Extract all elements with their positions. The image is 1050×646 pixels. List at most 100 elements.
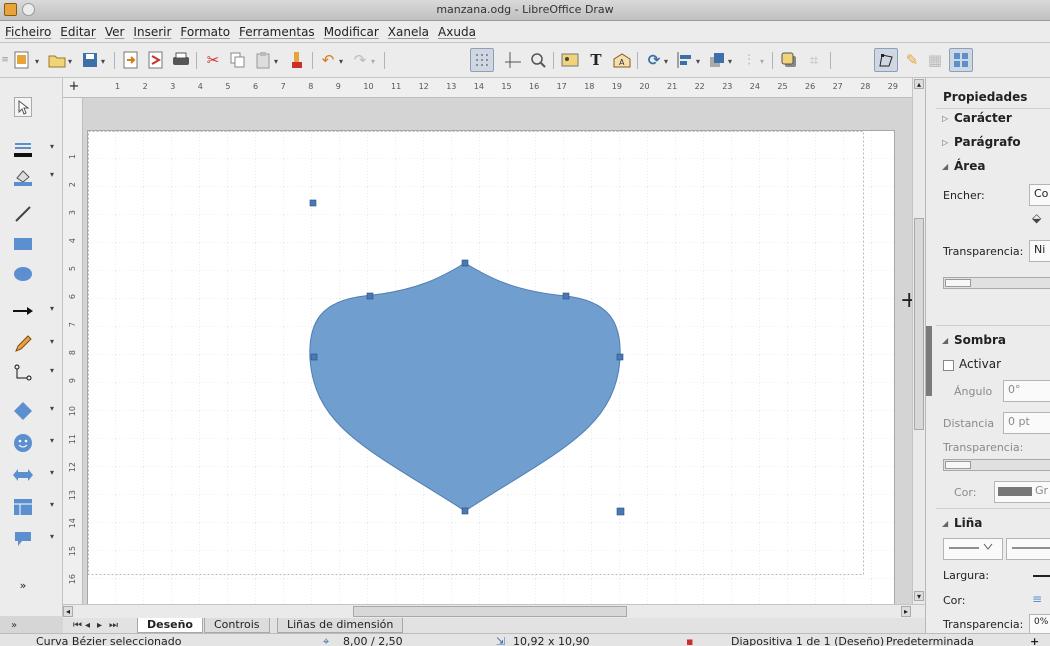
distribute-icon[interactable]: ⫶ xyxy=(739,50,759,70)
sombra-collapse-icon[interactable]: ◢ xyxy=(942,336,948,345)
line-style-select[interactable] xyxy=(943,538,1003,560)
node-handle-bottom[interactable] xyxy=(461,507,469,515)
tab-linas-de-dimension[interactable]: Liñas de dimensión xyxy=(277,618,404,633)
distancia-field[interactable]: 0 pt xyxy=(1003,412,1050,434)
cut-icon[interactable]: ✂ xyxy=(203,50,223,70)
menu-inserir[interactable]: Inserir xyxy=(133,25,171,39)
control-point-handle[interactable] xyxy=(616,507,625,516)
horizontal-scrollbar[interactable]: ◂ ▸ xyxy=(63,604,925,618)
more-tools-chevron-icon[interactable]: » xyxy=(6,572,40,598)
linha-collapse-icon[interactable]: ◢ xyxy=(942,519,948,528)
line-width-preview[interactable] xyxy=(1033,575,1050,577)
fill-color-icon[interactable] xyxy=(6,164,40,190)
helplines-icon[interactable] xyxy=(503,50,523,70)
encher-select[interactable]: Co xyxy=(1029,184,1050,206)
scroll-up-icon[interactable]: ▴ xyxy=(914,79,924,89)
open-folder-icon[interactable] xyxy=(47,50,67,70)
transparencia-select[interactable]: Ni xyxy=(1029,240,1050,262)
section-paragrafo[interactable]: Parágrafo xyxy=(954,135,1021,149)
toggle-extrusion-icon[interactable]: ▦ xyxy=(925,50,945,70)
shadow-transparency-slider[interactable] xyxy=(943,459,1050,471)
redo-dropdown-icon[interactable]: ▾ xyxy=(371,57,375,66)
paste-icon[interactable] xyxy=(253,50,273,70)
new-document-icon[interactable] xyxy=(12,50,32,70)
paste-dropdown-icon[interactable]: ▾ xyxy=(274,57,278,66)
symbol-shapes-dropdown-icon[interactable]: ▾ xyxy=(50,436,54,445)
undo-icon[interactable]: ↶ xyxy=(318,50,338,70)
fill-color-dropdown-icon[interactable]: ▾ xyxy=(50,170,54,179)
menu-ficheiro[interactable]: Ficheiro xyxy=(5,25,51,39)
menu-ferramentas[interactable]: Ferramentas xyxy=(239,25,315,39)
tabs-menu-chevron-icon[interactable]: » xyxy=(11,618,17,633)
node-handle-right[interactable] xyxy=(616,353,624,361)
callout-dropdown-icon[interactable]: ▾ xyxy=(50,532,54,541)
crop-icon[interactable]: ⌗ xyxy=(804,50,824,70)
rotate-icon[interactable]: ⟳ xyxy=(644,50,664,70)
curve-pencil-icon[interactable] xyxy=(6,331,40,357)
vertical-ruler[interactable]: 1 2 3 4 5 6 7 8 9 10 11 12 13 14 15 16 xyxy=(63,98,83,604)
toolbar-grip-icon[interactable]: ≡ xyxy=(1,50,9,70)
section-linha[interactable]: Liña xyxy=(954,516,982,530)
scroll-down-icon[interactable]: ▾ xyxy=(914,591,924,601)
grid-icon[interactable] xyxy=(470,48,494,72)
node-handle-top[interactable] xyxy=(461,259,469,267)
basic-shapes-diamond-icon[interactable] xyxy=(6,398,40,424)
line-color-icon[interactable]: ≡ xyxy=(1032,592,1042,606)
line-color-icon[interactable] xyxy=(6,136,40,162)
vertical-scrollbar[interactable]: ▴ ▾ xyxy=(912,78,925,604)
points-icon[interactable] xyxy=(874,48,898,72)
area-collapse-icon[interactable]: ◢ xyxy=(942,162,948,171)
horizontal-scroll-thumb[interactable] xyxy=(353,606,627,617)
line-tool-icon[interactable] xyxy=(6,201,40,227)
last-tab-icon[interactable]: ⏭ xyxy=(109,618,118,633)
paragrafo-expand-icon[interactable]: ▷ xyxy=(942,138,948,147)
block-arrows-dropdown-icon[interactable]: ▾ xyxy=(50,468,54,477)
drawing-page[interactable] xyxy=(87,130,896,604)
vertical-scroll-thumb[interactable] xyxy=(914,218,924,430)
menu-formato[interactable]: Formato xyxy=(180,25,230,39)
symbol-shapes-smiley-icon[interactable] xyxy=(6,430,40,456)
next-tab-icon[interactable]: ▸ xyxy=(97,618,102,633)
flowchart-icon[interactable] xyxy=(6,494,40,520)
basic-shapes-dropdown-icon[interactable]: ▾ xyxy=(50,404,54,413)
connector-dropdown-icon[interactable]: ▾ xyxy=(50,366,54,375)
slider-thumb[interactable] xyxy=(945,279,971,287)
menu-xanela[interactable]: Xanela xyxy=(388,25,429,39)
fontwork-icon[interactable]: A xyxy=(612,50,632,70)
section-sombra[interactable]: Sombra xyxy=(954,333,1006,347)
section-caracter[interactable]: Carácter xyxy=(954,111,1012,125)
flowchart-dropdown-icon[interactable]: ▾ xyxy=(50,500,54,509)
align-icon[interactable] xyxy=(675,50,695,70)
export-pdf-icon[interactable] xyxy=(146,50,166,70)
rotate-dropdown-icon[interactable]: ▾ xyxy=(664,57,668,66)
text-box-icon[interactable]: T xyxy=(586,50,606,70)
document-modified-icon[interactable]: ▪ xyxy=(686,634,693,646)
copy-icon[interactable] xyxy=(228,50,248,70)
rectangle-tool-icon[interactable] xyxy=(6,231,40,257)
activar-checkbox[interactable] xyxy=(943,360,954,371)
zoom-icon[interactable] xyxy=(528,50,548,70)
new-dropdown-icon[interactable]: ▾ xyxy=(35,57,39,66)
caracter-expand-icon[interactable]: ▷ xyxy=(942,114,948,123)
control-point-handle[interactable] xyxy=(309,199,317,207)
save-icon[interactable] xyxy=(80,50,100,70)
line-color-dropdown-icon[interactable]: ▾ xyxy=(50,142,54,151)
angulo-field[interactable]: 0° xyxy=(1003,380,1050,402)
control-point-handle[interactable] xyxy=(562,292,570,300)
zoom-in-button[interactable]: + xyxy=(1030,634,1039,646)
print-icon[interactable] xyxy=(171,50,191,70)
ruler-origin-icon[interactable]: + xyxy=(63,78,85,97)
line-width-select[interactable] xyxy=(1006,538,1050,560)
arrow-line-icon[interactable] xyxy=(6,298,40,324)
linha-transparencia-field[interactable]: 0% xyxy=(1029,614,1050,633)
block-arrows-icon[interactable] xyxy=(6,462,40,488)
tab-controis[interactable]: Controis xyxy=(204,618,270,633)
redo-icon[interactable]: ↷ xyxy=(350,50,370,70)
export-icon[interactable] xyxy=(121,50,141,70)
distribute-dropdown-icon[interactable]: ▾ xyxy=(760,57,764,66)
previous-tab-icon[interactable]: ◂ xyxy=(85,618,90,633)
scroll-left-icon[interactable]: ◂ xyxy=(63,606,73,617)
fill-bucket-icon[interactable]: ⬙ xyxy=(1032,211,1041,225)
arrange-icon[interactable] xyxy=(707,50,727,70)
menu-editar[interactable]: Editar xyxy=(60,25,96,39)
